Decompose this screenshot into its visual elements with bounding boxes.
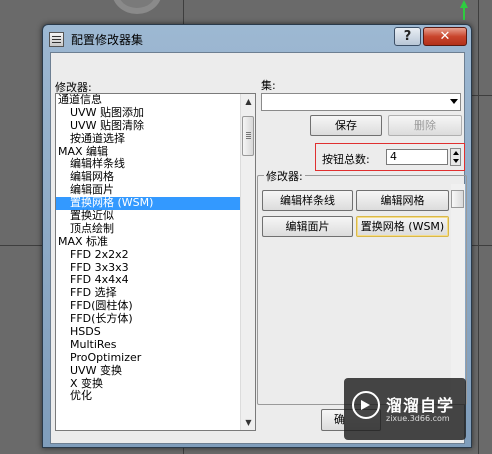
chevron-down-icon[interactable] — [450, 99, 458, 104]
button-count-input[interactable]: 4 — [386, 149, 448, 165]
modifiers-list-items: 通道信息 UVW 贴图添加 UVW 贴图清除 按通道选择 MAX 编辑 编辑样条线 编辑网格… — [56, 94, 241, 430]
list-item-label: 置换近似 — [70, 209, 114, 223]
watermark: 溜溜自学 zixue.3d66.com — [344, 378, 466, 440]
list-item-label: 按通道选择 — [70, 131, 125, 145]
play-logo-icon — [352, 391, 380, 419]
grid-line — [478, 0, 479, 454]
list-item-label: MAX 编辑 — [58, 144, 109, 158]
modifier-buttons-group: 修改器: 编辑样条线 编辑网格 编辑面片 置换网格 (WSM) — [257, 168, 467, 405]
grid-line — [472, 95, 492, 96]
list-item-label: UVW 贴图添加 — [70, 105, 144, 119]
list-item-label: FFD 选择 — [70, 286, 117, 300]
close-button[interactable]: ✕ — [423, 27, 467, 46]
list-item-label: 通道信息 — [58, 93, 102, 106]
list-item-label: FFD(圆柱体) — [70, 299, 133, 313]
button-count-spinner[interactable] — [450, 148, 461, 166]
modifier-buttons-label: 修改器: — [264, 168, 305, 184]
list-item-label: 顶点绘制 — [70, 221, 114, 235]
list-item-label: X 变换 — [70, 376, 104, 390]
list-item-label: MAX 标准 — [58, 234, 109, 248]
scroll-up-icon[interactable]: ▲ — [241, 94, 255, 109]
list-item-label: FFD 3x3x3 — [70, 260, 129, 274]
spinner-down-icon[interactable] — [453, 159, 459, 163]
axis-gizmo-icon — [460, 0, 468, 20]
delete-button[interactable]: 删除 — [388, 115, 462, 136]
grid-line — [472, 245, 492, 246]
help-button[interactable]: ? — [394, 27, 421, 46]
list-item-label: 编辑网格 — [70, 170, 114, 184]
window-icon — [49, 32, 64, 47]
scroll-down-icon[interactable]: ▼ — [241, 415, 255, 430]
scroll-thumb[interactable] — [451, 190, 464, 208]
window-title: 配置修改器集 — [71, 33, 144, 47]
list-item-label: ProOptimizer — [70, 350, 142, 364]
modifier-button-4[interactable]: 置换网格 (WSM) — [356, 216, 449, 237]
list-item-label: FFD 2x2x2 — [70, 247, 129, 261]
list-item-label: 编辑样条线 — [70, 157, 125, 171]
modifier-button-2[interactable]: 编辑网格 — [356, 190, 449, 211]
button-count-label: 按钮总数: — [322, 153, 370, 166]
scroll-thumb[interactable] — [242, 116, 254, 156]
watermark-url: zixue.3d66.com — [386, 414, 450, 423]
modifier-buttons-scrollbar[interactable] — [451, 184, 465, 404]
list-item-label: FFD 4x4x4 — [70, 273, 129, 287]
list-item-label: 置换网格 (WSM) — [70, 196, 154, 210]
watermark-title: 溜溜自学 — [386, 396, 455, 415]
list-item-label: MultiRes — [70, 337, 117, 351]
button-count-control: 按钮总数: 4 — [315, 143, 465, 171]
modifier-button-3[interactable]: 编辑面片 — [262, 216, 353, 237]
list-item-label: UVW 贴图清除 — [70, 118, 144, 132]
viewport-object — [112, 0, 162, 14]
title-bar[interactable]: 配置修改器集 ? ✕ — [43, 25, 471, 53]
list-item-label: HSDS — [70, 325, 101, 339]
grid-line — [0, 245, 42, 246]
modifier-button-1[interactable]: 编辑样条线 — [262, 190, 353, 211]
sets-label: 集: — [261, 79, 276, 92]
modifiers-list-scrollbar[interactable]: ▲ ▼ — [240, 94, 255, 430]
list-item[interactable]: 优化 — [56, 390, 241, 403]
sets-combo[interactable] — [261, 93, 461, 111]
list-item-label: UVW 变换 — [70, 363, 122, 377]
spinner-up-icon[interactable] — [453, 151, 459, 155]
list-item-label: 编辑面片 — [70, 183, 114, 197]
list-item-label: FFD(长方体) — [70, 312, 133, 326]
list-item-label: 优化 — [70, 389, 92, 403]
save-button[interactable]: 保存 — [310, 115, 382, 136]
modifiers-list[interactable]: 通道信息 UVW 贴图添加 UVW 贴图清除 按通道选择 MAX 编辑 编辑样条线 编辑网格… — [55, 93, 256, 431]
